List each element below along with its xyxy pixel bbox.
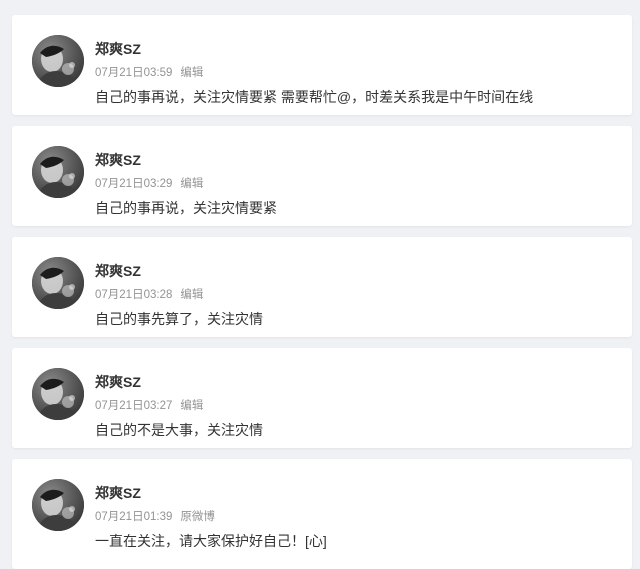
post-time[interactable]: 07月21日03:27 — [95, 400, 172, 412]
profile-photo-icon — [32, 257, 84, 309]
post-time[interactable]: 07月21日01:39 — [95, 511, 172, 523]
post-meta: 07月21日03:59 编辑 — [95, 66, 203, 80]
post-time[interactable]: 07月21日03:59 — [95, 67, 172, 79]
post-time[interactable]: 07月21日03:29 — [95, 178, 172, 190]
post-text: 一直在关注，请大家保护好自己！[心] — [95, 533, 327, 549]
author-name[interactable]: 郑爽SZ — [95, 152, 141, 168]
profile-photo-icon — [32, 479, 84, 531]
avatar[interactable] — [32, 479, 84, 531]
post-edit-label[interactable]: 编辑 — [180, 67, 203, 79]
profile-photo-icon — [32, 146, 84, 198]
post-edit-label[interactable]: 编辑 — [180, 289, 203, 301]
post-meta: 07月21日03:27 编辑 — [95, 399, 203, 413]
post-time[interactable]: 07月21日03:28 — [95, 289, 172, 301]
post-meta: 07月21日03:29 编辑 — [95, 177, 203, 191]
post-text: 自己的事先算了，关注灾情 — [95, 311, 263, 327]
post-feed: 郑爽SZ 07月21日03:59 编辑 自己的事再说，关注灾情要紧 需要帮忙@，时… — [0, 0, 640, 569]
author-name[interactable]: 郑爽SZ — [95, 485, 141, 501]
avatar[interactable] — [32, 35, 84, 87]
post-text: 自己的事再说，关注灾情要紧 — [95, 200, 277, 216]
post-card: 郑爽SZ 07月21日03:59 编辑 自己的事再说，关注灾情要紧 需要帮忙@，时… — [12, 15, 632, 115]
post-meta: 07月21日01:39 原微博 — [95, 510, 215, 524]
original-post-link[interactable]: 原微博 — [180, 511, 215, 523]
avatar[interactable] — [32, 257, 84, 309]
post-card: 郑爽SZ 07月21日03:28 编辑 自己的事先算了，关注灾情 — [12, 237, 632, 337]
author-name[interactable]: 郑爽SZ — [95, 41, 141, 57]
post-edit-label[interactable]: 编辑 — [180, 178, 203, 190]
post-text: 自己的不是大事，关注灾情 — [95, 422, 263, 438]
author-name[interactable]: 郑爽SZ — [95, 374, 141, 390]
profile-photo-icon — [32, 368, 84, 420]
post-text: 自己的事再说，关注灾情要紧 需要帮忙@，时差关系我是中午时间在线 — [95, 89, 534, 105]
avatar[interactable] — [32, 368, 84, 420]
profile-photo-icon — [32, 35, 84, 87]
post-edit-label[interactable]: 编辑 — [180, 400, 203, 412]
post-card: 郑爽SZ 07月21日03:29 编辑 自己的事再说，关注灾情要紧 — [12, 126, 632, 226]
post-card: 郑爽SZ 07月21日03:27 编辑 自己的不是大事，关注灾情 — [12, 348, 632, 448]
author-name[interactable]: 郑爽SZ — [95, 263, 141, 279]
post-card: 郑爽SZ 07月21日01:39 原微博 一直在关注，请大家保护好自己！[心] — [12, 459, 632, 569]
post-meta: 07月21日03:28 编辑 — [95, 288, 203, 302]
avatar[interactable] — [32, 146, 84, 198]
